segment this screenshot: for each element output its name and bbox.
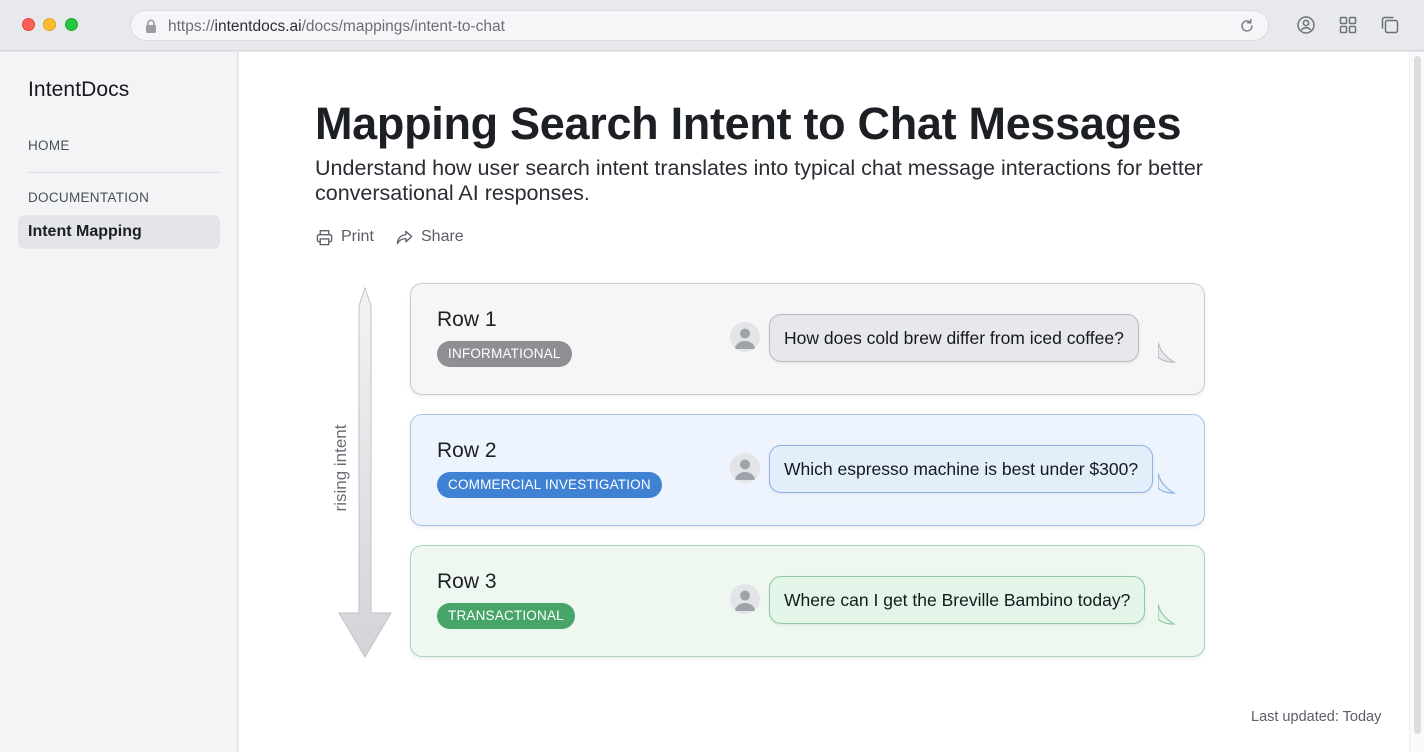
- intent-badge-informational: INFORMATIONAL: [437, 341, 572, 367]
- chat-bubble-tail: [1158, 342, 1176, 363]
- sidebar-item-intent-mapping[interactable]: Intent Mapping: [18, 215, 220, 249]
- share-button[interactable]: Share: [395, 226, 464, 248]
- sidebar: IntentDocs HOME DOCUMENTATION Intent Map…: [0, 52, 238, 752]
- row-label: Row 3: [437, 570, 497, 593]
- print-button[interactable]: Print: [315, 226, 374, 248]
- user-avatar-icon: [730, 453, 760, 483]
- account-icon[interactable]: [1295, 14, 1317, 36]
- address-bar[interactable]: https://intentdocs.ai/docs/mappings/inte…: [130, 10, 1269, 41]
- sidebar-section-documentation[interactable]: DOCUMENTATION: [28, 190, 149, 205]
- row-label: Row 1: [437, 308, 497, 331]
- user-avatar-icon: [730, 584, 760, 614]
- row-label: Row 2: [437, 439, 497, 462]
- printer-icon: [316, 229, 333, 245]
- intent-row-3: Row 3 TRANSACTIONAL Where can I get the …: [410, 545, 1205, 657]
- print-label: Print: [341, 228, 374, 245]
- reload-icon[interactable]: [1238, 17, 1256, 35]
- scrollbar-thumb[interactable]: [1414, 56, 1421, 734]
- page-description: Understand how user search intent transl…: [315, 156, 1203, 205]
- intent-row-2: Row 2 COMMERCIAL INVESTIGATION Which esp…: [410, 414, 1205, 526]
- intent-row-1: Row 1 INFORMATIONAL How does cold brew d…: [410, 283, 1205, 395]
- chat-bubble-tail: [1158, 473, 1176, 494]
- last-updated-note: Last updated: Today: [1251, 709, 1382, 725]
- brand-logo[interactable]: IntentDocs: [28, 78, 129, 102]
- chat-message-bubble: Where can I get the Breville Bambino tod…: [769, 576, 1146, 624]
- browser-toolbar: https://intentdocs.ai/docs/mappings/inte…: [0, 0, 1424, 51]
- share-label: Share: [421, 228, 464, 245]
- intent-badge-transactional: TRANSACTIONAL: [437, 603, 575, 629]
- sidebar-item-label: Intent Mapping: [28, 223, 142, 240]
- url-text: https://intentdocs.ai/docs/mappings/inte…: [168, 18, 505, 35]
- axis-label: rising intent: [331, 424, 350, 512]
- close-window-button[interactable]: [22, 18, 35, 31]
- scrollbar[interactable]: [1409, 52, 1424, 752]
- intent-badge-commercial-investigation: COMMERCIAL INVESTIGATION: [437, 472, 662, 498]
- sidebar-item-home[interactable]: HOME: [28, 138, 70, 153]
- chat-bubble-tail: [1158, 604, 1176, 625]
- zoom-window-button[interactable]: [65, 18, 78, 31]
- chat-message-bubble: How does cold brew differ from iced coff…: [769, 314, 1139, 362]
- share-icon: [396, 230, 413, 244]
- lock-icon: [146, 19, 156, 33]
- sidebar-divider: [28, 172, 220, 173]
- user-avatar-icon: [730, 322, 760, 352]
- chat-message-bubble: Which espresso machine is best under $30…: [769, 445, 1154, 493]
- extensions-grid-icon[interactable]: [1337, 14, 1359, 36]
- tabs-overview-icon[interactable]: [1379, 14, 1401, 36]
- minimize-window-button[interactable]: [43, 18, 56, 31]
- page-title: Mapping Search Intent to Chat Messages: [315, 98, 1182, 149]
